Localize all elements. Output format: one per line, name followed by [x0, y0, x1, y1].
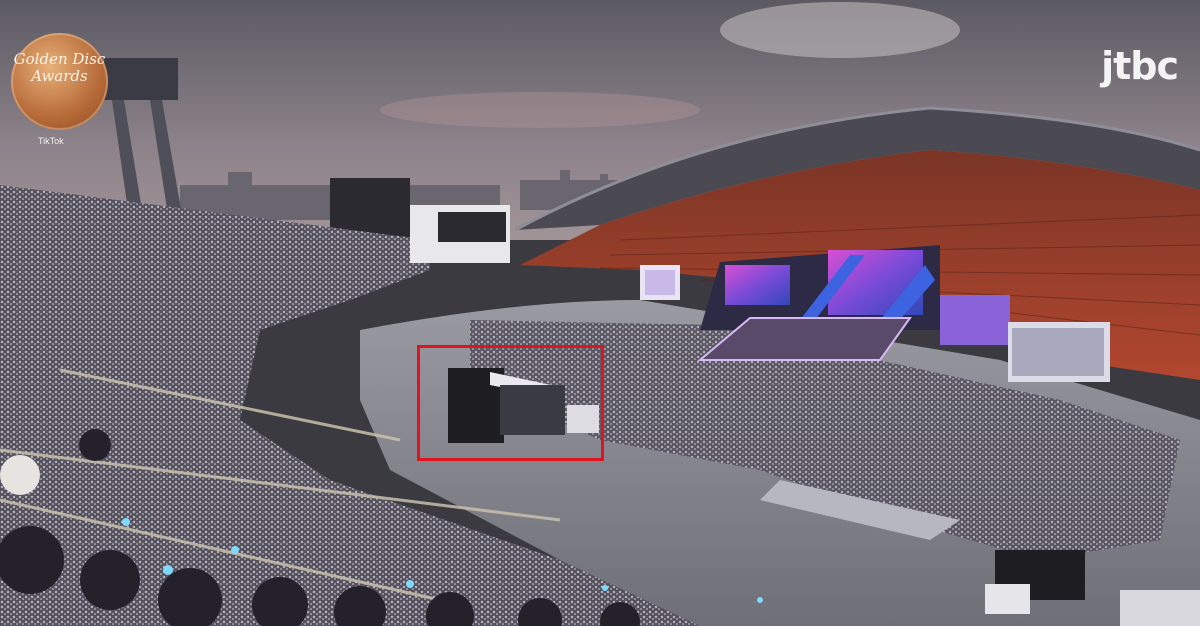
event-logo: Golden Disc Awards	[11, 33, 108, 130]
sponsor-label: TikTok	[38, 136, 64, 146]
cloud-highlight	[720, 2, 960, 58]
stadium-photo: Golden Disc Awards TikTok jtbc	[0, 0, 1200, 626]
highlight-box	[417, 345, 604, 461]
broadcaster-logo: jtbc	[1101, 44, 1179, 88]
event-logo-text: Golden Disc Awards	[13, 50, 106, 85]
stadium-scene	[0, 0, 1200, 626]
